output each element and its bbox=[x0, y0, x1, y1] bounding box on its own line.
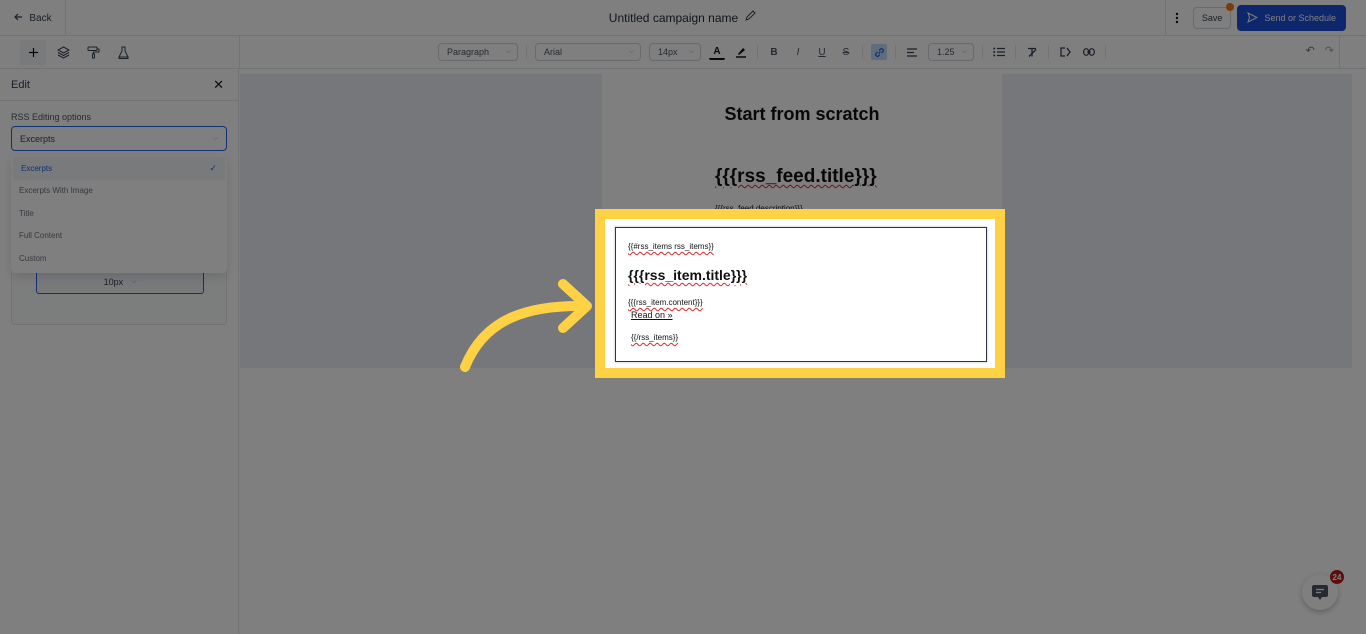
pointer-arrow-icon bbox=[460, 279, 592, 372]
read-on-link[interactable]: Read on » bbox=[631, 310, 673, 320]
dim-overlay bbox=[0, 378, 1366, 634]
rss-item-title: {{{rss_item.title}}} bbox=[628, 267, 748, 283]
dim-overlay bbox=[0, 0, 1366, 209]
rss-items-close-tag: {{/rss_items}} bbox=[631, 333, 679, 342]
rss-items-open-tag: {{#rss_items rss_items}} bbox=[628, 242, 714, 251]
highlighted-rss-block: {{#rss_items rss_items}} {{{rss_item.tit… bbox=[595, 209, 1005, 378]
dim-overlay bbox=[1005, 209, 1366, 378]
rss-items-block[interactable]: {{#rss_items rss_items}} {{{rss_item.tit… bbox=[615, 227, 987, 362]
rss-item-content: {{{rss_item.content}}} bbox=[628, 298, 703, 307]
